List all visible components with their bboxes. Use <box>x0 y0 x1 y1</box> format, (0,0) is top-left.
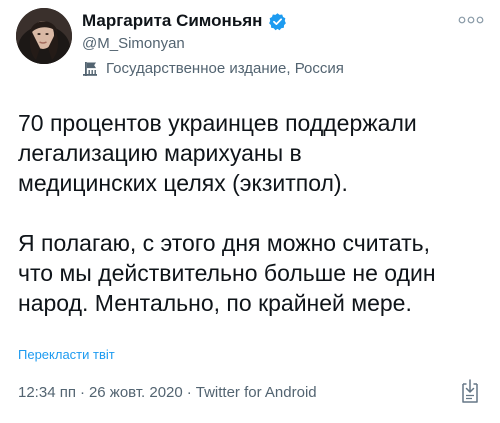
display-name[interactable]: Маргарита Симоньян <box>82 11 262 31</box>
more-icon <box>458 16 484 24</box>
profile-photo <box>16 8 72 64</box>
more-options-button[interactable] <box>456 10 486 30</box>
state-media-label: Государственное издание, Россия <box>82 60 440 77</box>
share-icon <box>462 379 478 403</box>
verified-badge-icon <box>268 12 287 31</box>
handle[interactable]: @M_Simonyan <box>82 35 440 52</box>
tweet-meta: 12:34 пп · 26 жовт. 2020 · Twitter for Andro… <box>18 384 317 401</box>
meta-separator: · <box>79 384 85 401</box>
tweet-time[interactable]: 12:34 пп <box>18 384 76 401</box>
tweet-date[interactable]: 26 жовт. 2020 <box>89 384 183 401</box>
tweet-card: Маргарита Симоньян @M_Simonyan Государст… <box>0 0 500 423</box>
tweet-header: Маргарита Симоньян @M_Simonyan Государст… <box>82 10 440 77</box>
avatar[interactable] <box>16 8 72 64</box>
share-button[interactable] <box>458 378 482 406</box>
flag-icon <box>82 61 100 77</box>
state-media-label-text: Государственное издание, Россия <box>106 60 344 77</box>
translate-tweet-link[interactable]: Перекласти твіт <box>18 347 115 362</box>
tweet-text: 70 процентов украинцев поддержали легали… <box>18 110 436 316</box>
name-row: Маргарита Симоньян <box>82 10 440 32</box>
tweet-source[interactable]: Twitter for Android <box>196 384 317 401</box>
meta-separator: · <box>186 384 192 401</box>
